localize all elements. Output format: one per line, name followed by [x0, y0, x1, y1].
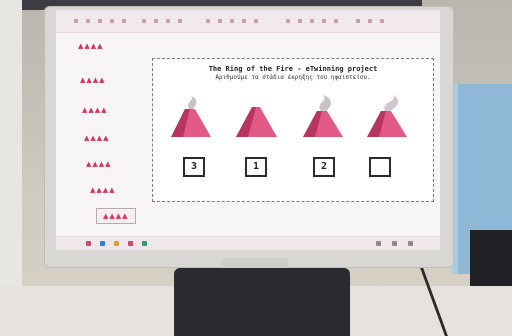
monitor-stand-base — [174, 268, 350, 336]
slide-canvas[interactable]: The Ring of the Fire - eTwinning project… — [152, 58, 434, 202]
slide-subtitle: Αριθμούμε τα στάδια έκρηξης του ηφαιστεί… — [215, 74, 371, 81]
toolbar-tool-icon[interactable] — [110, 19, 114, 23]
toolbar-tool-icon[interactable] — [242, 19, 246, 23]
answer-box[interactable]: 2 — [313, 157, 335, 177]
volcano-icon[interactable] — [167, 95, 213, 139]
toolbar-tool-icon[interactable] — [356, 19, 360, 23]
taskbar-app-icon[interactable] — [86, 241, 91, 246]
slide-thumbnail-panel: ▲▲▲▲ ▲▲▲▲ ▲▲▲▲ ▲▲▲▲ ▲▲▲▲ ▲▲▲▲ ▲▲▲▲ — [56, 32, 144, 236]
toolbar-tool-icon[interactable] — [166, 19, 170, 23]
slide-thumbnail[interactable]: ▲▲▲▲ — [78, 42, 104, 50]
editor-toolbar — [56, 10, 440, 33]
taskbar-app-icon[interactable] — [376, 241, 381, 246]
slide-thumbnail[interactable]: ▲▲▲▲ — [90, 186, 116, 194]
volcano-icon[interactable] — [299, 95, 345, 139]
slide-thumbnail[interactable]: ▲▲▲▲ — [82, 106, 108, 114]
toolbar-tool-icon[interactable] — [310, 19, 314, 23]
toolbar-tool-icon[interactable] — [334, 19, 338, 23]
toolbar-tool-icon[interactable] — [286, 19, 290, 23]
answer-box-empty[interactable] — [369, 157, 391, 177]
toolbar-tool-icon[interactable] — [298, 19, 302, 23]
answer-box[interactable]: 3 — [183, 157, 205, 177]
toolbar-tool-icon[interactable] — [154, 19, 158, 23]
volcano-icon[interactable] — [363, 95, 409, 139]
taskbar-app-icon[interactable] — [392, 241, 397, 246]
toolbar-tool-icon[interactable] — [142, 19, 146, 23]
answer-box[interactable]: 1 — [245, 157, 267, 177]
slide-thumbnail[interactable]: ▲▲▲▲ — [84, 134, 110, 142]
slide-thumbnail-selected[interactable]: ▲▲▲▲ — [96, 208, 136, 224]
toolbar-tool-icon[interactable] — [368, 19, 372, 23]
toolbar-tool-icon[interactable] — [178, 19, 182, 23]
taskbar — [56, 236, 440, 250]
toolbar-tool-icon[interactable] — [86, 19, 90, 23]
toolbar-tool-icon[interactable] — [218, 19, 222, 23]
taskbar-app-icon[interactable] — [100, 241, 105, 246]
toolbar-tool-icon[interactable] — [98, 19, 102, 23]
toolbar-tool-icon[interactable] — [122, 19, 126, 23]
slide-title: The Ring of the Fire - eTwinning project — [208, 65, 378, 73]
toolbar-tool-icon[interactable] — [206, 19, 210, 23]
toolbar-tool-icon[interactable] — [230, 19, 234, 23]
taskbar-app-icon[interactable] — [408, 241, 413, 246]
taskbar-app-icon[interactable] — [114, 241, 119, 246]
toolbar-tool-icon[interactable] — [380, 19, 384, 23]
slide-thumbnail[interactable]: ▲▲▲▲ — [80, 76, 106, 84]
taskbar-app-icon[interactable] — [142, 241, 147, 246]
toolbar-tool-icon[interactable] — [74, 19, 78, 23]
toolbar-tool-icon[interactable] — [254, 19, 258, 23]
slide-thumbnail[interactable]: ▲▲▲▲ — [86, 160, 112, 168]
toolbar-tool-icon[interactable] — [322, 19, 326, 23]
monitor-screen: ▲▲▲▲ ▲▲▲▲ ▲▲▲▲ ▲▲▲▲ ▲▲▲▲ ▲▲▲▲ ▲▲▲▲ The R… — [56, 10, 440, 250]
volcano-icon[interactable] — [233, 95, 279, 139]
taskbar-app-icon[interactable] — [128, 241, 133, 246]
